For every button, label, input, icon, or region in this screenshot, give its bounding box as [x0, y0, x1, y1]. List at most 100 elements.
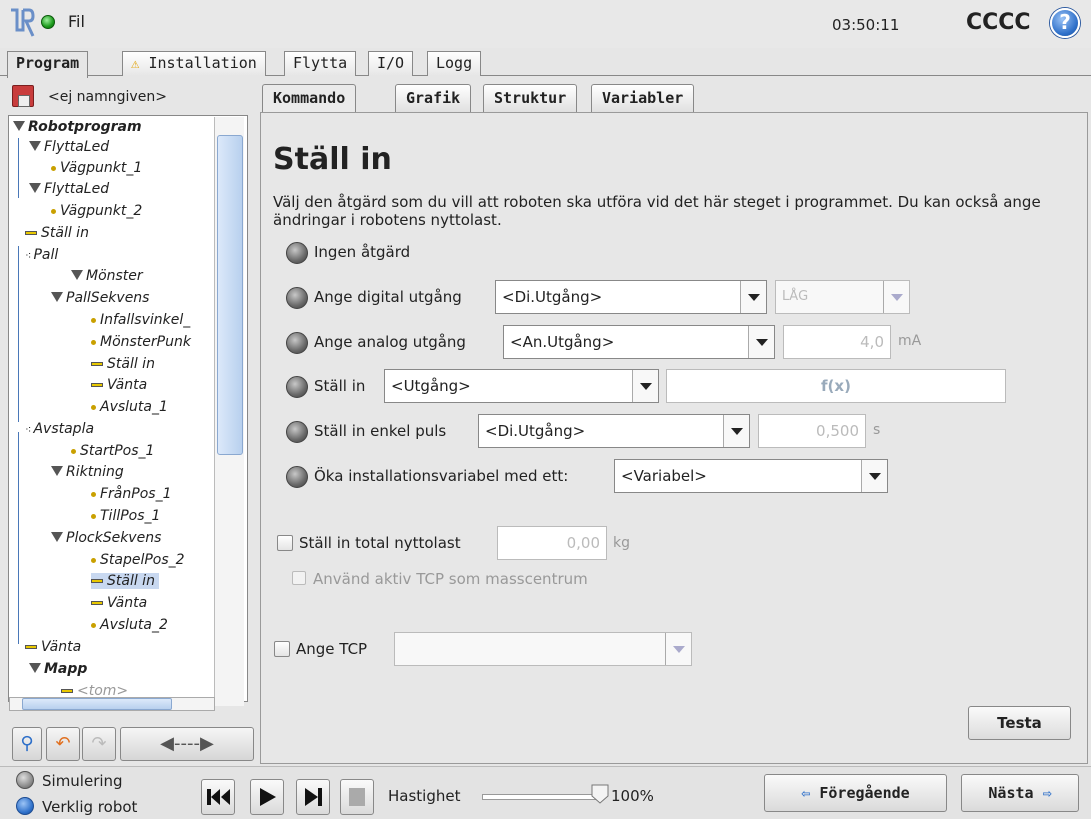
- real-robot-radio[interactable]: [16, 797, 34, 815]
- tree-item[interactable]: MönsterPunk: [91, 334, 191, 350]
- tree-hscroll-thumb[interactable]: [22, 698, 172, 710]
- digital-output-select[interactable]: <Di.Utgång>: [495, 280, 767, 314]
- tree-item[interactable]: Mönster: [71, 268, 143, 284]
- speed-slider-track[interactable]: [482, 794, 600, 800]
- chevron-down-icon: [861, 460, 887, 492]
- digital-state-select[interactable]: LÅG: [775, 280, 910, 314]
- program-tree[interactable]: Robotprogram FlyttaLed Vägpunkt_1 Flytta…: [8, 115, 248, 702]
- radio-none[interactable]: [286, 242, 308, 264]
- move-node-button[interactable]: ◀‑‑‑‑▶: [120, 727, 254, 761]
- search-icon[interactable]: ⚲: [12, 727, 42, 761]
- radio-analog-output[interactable]: [286, 332, 308, 354]
- radio-increment-variable[interactable]: [286, 466, 308, 488]
- tab-variabler[interactable]: Variabler: [591, 84, 695, 112]
- tree-item[interactable]: FlyttaLed: [29, 139, 109, 155]
- real-robot-label: Verklig robot: [42, 798, 138, 816]
- tree-item-selected[interactable]: Ställ in: [91, 573, 159, 589]
- tree-item[interactable]: PlockSekvens: [51, 530, 161, 546]
- tree-item[interactable]: Riktning: [51, 464, 124, 480]
- tree-item[interactable]: Vägpunkt_2: [51, 203, 142, 219]
- program-name: <ej namngiven>: [48, 89, 167, 105]
- tree-item[interactable]: Infallsvinkel_: [91, 312, 190, 328]
- waypoint-icon: [91, 557, 96, 563]
- waypoint-icon: [91, 491, 96, 497]
- tree-item[interactable]: Robotprogram: [13, 119, 142, 135]
- save-icon[interactable]: [12, 85, 34, 107]
- payload-label: Ställ in total nyttolast: [299, 534, 461, 552]
- test-button[interactable]: Testa: [968, 706, 1071, 740]
- tree-item[interactable]: ⁖ Avstapla: [25, 421, 94, 437]
- help-icon[interactable]: ?: [1050, 8, 1080, 38]
- tree-item[interactable]: StartPos_1: [71, 443, 154, 459]
- tab-kommando[interactable]: Kommando: [262, 84, 357, 114]
- payload-checkbox[interactable]: [277, 535, 293, 551]
- analog-value-input[interactable]: 4,0: [783, 325, 891, 359]
- skip-back-icon: [207, 789, 230, 805]
- skip-back-button[interactable]: [201, 779, 235, 815]
- speed-slider-thumb[interactable]: [591, 784, 609, 804]
- increment-variable-label: Öka installationsvariabel med ett:: [314, 467, 569, 485]
- analog-output-select[interactable]: <An.Utgång>: [503, 325, 775, 359]
- output-select[interactable]: <Utgång>: [384, 369, 659, 403]
- tab-installation[interactable]: ⚠ Installation: [122, 51, 266, 76]
- wait-icon: [25, 645, 37, 649]
- tab-logg[interactable]: Logg: [427, 51, 482, 76]
- triangle-icon: [51, 466, 63, 476]
- tree-item[interactable]: PallSekvens: [51, 290, 149, 306]
- robot-name: CCCC: [966, 10, 1031, 35]
- simulation-radio[interactable]: [16, 771, 34, 789]
- payload-input[interactable]: 0,00: [497, 526, 607, 560]
- tree-item[interactable]: Vägpunkt_1: [51, 160, 142, 176]
- tree-vscroll-thumb[interactable]: [217, 135, 243, 455]
- file-menu[interactable]: Fil: [68, 12, 85, 31]
- next-button[interactable]: Nästa ⇨: [961, 774, 1079, 812]
- tab-struktur[interactable]: Struktur: [483, 84, 578, 112]
- waypoint-icon: [51, 165, 56, 171]
- tree-item[interactable]: Vänta: [25, 639, 81, 655]
- speed-label: Hastighet: [388, 787, 461, 805]
- radio-set-expression[interactable]: [286, 376, 308, 398]
- arrow-right-icon: ⇨: [1042, 784, 1052, 802]
- waypoint-icon: [91, 339, 96, 345]
- tab-grafik[interactable]: Grafik: [395, 84, 472, 112]
- triangle-icon: [13, 121, 25, 131]
- tree-item[interactable]: Ställ in: [25, 225, 89, 241]
- undo-icon[interactable]: ↶: [46, 727, 80, 761]
- tab-program[interactable]: Program: [7, 51, 89, 78]
- tree-item[interactable]: Avsluta_2: [91, 617, 168, 633]
- tree-item[interactable]: Avsluta_1: [91, 399, 168, 415]
- radio-digital-output[interactable]: [286, 287, 308, 309]
- tcp-checkbox[interactable]: [274, 641, 290, 657]
- tab-flytta[interactable]: Flytta: [284, 51, 357, 76]
- tcp-mass-center-label: Använd aktiv TCP som masscentrum: [313, 570, 588, 588]
- tab-io[interactable]: I/O: [368, 51, 414, 76]
- tree-item[interactable]: FrånPos_1: [91, 486, 171, 502]
- waypoint-icon: [91, 622, 96, 628]
- pulse-output-select[interactable]: <Di.Utgång>: [478, 414, 750, 448]
- step-button[interactable]: [296, 779, 330, 815]
- pulse-duration-input[interactable]: 0,500: [758, 414, 866, 448]
- tree-item[interactable]: StapelPos_2: [91, 552, 185, 568]
- tree-connector: [18, 432, 19, 644]
- redo-icon[interactable]: ↷: [82, 727, 116, 761]
- stop-button[interactable]: [340, 779, 374, 815]
- tcp-select[interactable]: [394, 632, 692, 666]
- tcp-mass-center-checkbox[interactable]: [292, 571, 306, 585]
- tree-item[interactable]: Mapp: [29, 661, 87, 677]
- tree-item[interactable]: Vänta: [91, 377, 147, 393]
- command-tabs: Kommando Grafik Struktur Variabler: [258, 84, 1088, 114]
- play-button[interactable]: [250, 779, 284, 815]
- set-icon: [25, 231, 37, 235]
- tree-item[interactable]: FlyttaLed: [29, 181, 109, 197]
- variable-select[interactable]: <Variabel>: [614, 459, 888, 493]
- expression-field[interactable]: f(x): [666, 369, 1006, 403]
- top-bar: [0, 0, 1091, 48]
- tree-item[interactable]: ⁖ Pall: [25, 247, 58, 263]
- page-title: Ställ in: [273, 142, 392, 177]
- chevron-down-icon: [665, 633, 691, 665]
- radio-single-pulse[interactable]: [286, 421, 308, 443]
- previous-button[interactable]: ⇦ Föregående: [764, 774, 947, 812]
- tree-item[interactable]: TillPos_1: [91, 508, 160, 524]
- tree-item[interactable]: Vänta: [91, 595, 147, 611]
- tree-item[interactable]: Ställ in: [91, 356, 155, 372]
